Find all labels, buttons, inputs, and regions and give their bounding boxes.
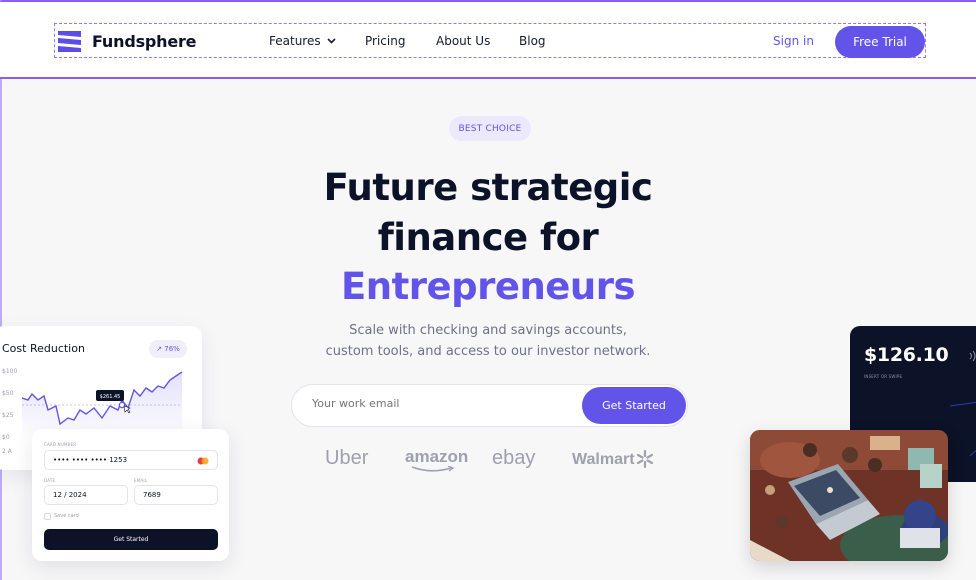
amazon-logo-text: amazon — [405, 447, 469, 466]
card-number-label: CARD NUMBER — [44, 442, 77, 447]
email-signup-form: Get Started — [291, 384, 688, 427]
balance-amount: $126.10 — [864, 344, 949, 366]
ebay-logo: ebay — [492, 447, 536, 469]
walmart-logo: Walmart — [572, 449, 654, 469]
card-number-value: •••• •••• •••• 1253 — [53, 456, 128, 464]
y-tick-0: $0 — [2, 434, 10, 441]
cost-reduction-title: Cost Reduction — [2, 342, 85, 355]
cost-change-badge: ↗ 76% — [149, 340, 187, 358]
nav-features[interactable]: Features — [269, 34, 336, 48]
contactless-icon — [969, 350, 976, 362]
nav-about-us[interactable]: About Us — [436, 34, 490, 48]
email-input[interactable] — [312, 397, 562, 410]
x-tick-first: 2 A — [2, 448, 12, 455]
nav-features-label: Features — [269, 34, 321, 48]
payment-form-card: CARD NUMBER •••• •••• •••• 1253 DATE 12 … — [32, 429, 229, 561]
best-choice-badge: BEST CHOICE — [449, 116, 531, 141]
amazon-logo: amazon — [405, 447, 469, 472]
date-label: DATE — [44, 478, 56, 483]
get-started-button[interactable]: Get Started — [582, 387, 686, 424]
site-header: Fundsphere Features Pricing About Us Blo… — [0, 2, 976, 79]
payment-get-started-button[interactable]: Get Started — [44, 529, 218, 550]
save-card-checkbox[interactable] — [44, 513, 51, 520]
brand-name: Fundsphere — [92, 31, 197, 51]
date-field[interactable]: 12 / 2024 — [44, 485, 128, 505]
y-tick-25: $25 — [2, 412, 14, 419]
card-number-field[interactable]: •••• •••• •••• 1253 — [44, 450, 218, 470]
free-trial-button[interactable]: Free Trial — [835, 26, 925, 58]
hero-title-accent: Entrepreneurs — [340, 265, 636, 308]
hero-title-line-1: Future strategic — [323, 166, 653, 209]
balance-label: INSERT OR SWIPE — [864, 374, 903, 379]
uber-logo: Uber — [325, 447, 369, 469]
logo[interactable]: Fundsphere — [56, 29, 197, 53]
hero-title-line-2: finance for — [377, 216, 599, 259]
nav-blog[interactable]: Blog — [519, 34, 546, 48]
chevron-down-icon — [327, 38, 336, 44]
email-field[interactable]: 7689 — [134, 485, 218, 505]
save-card-label: Save card — [54, 513, 79, 519]
email-label: EMAIL — [134, 478, 148, 483]
logo-icon — [58, 31, 81, 52]
walmart-spark-icon — [636, 449, 654, 469]
walmart-logo-text: Walmart — [572, 451, 635, 468]
nav-pricing[interactable]: Pricing — [365, 34, 405, 48]
amazon-smile-icon — [411, 466, 455, 472]
y-tick-100: $100 — [2, 368, 18, 375]
sign-in-link[interactable]: Sign in — [773, 34, 814, 48]
photo-image — [750, 430, 948, 561]
customer-photo — [750, 430, 948, 561]
mastercard-icon — [197, 457, 209, 465]
chart-tooltip-value: $261.45 — [100, 394, 121, 400]
y-tick-50: $50 — [2, 390, 14, 397]
